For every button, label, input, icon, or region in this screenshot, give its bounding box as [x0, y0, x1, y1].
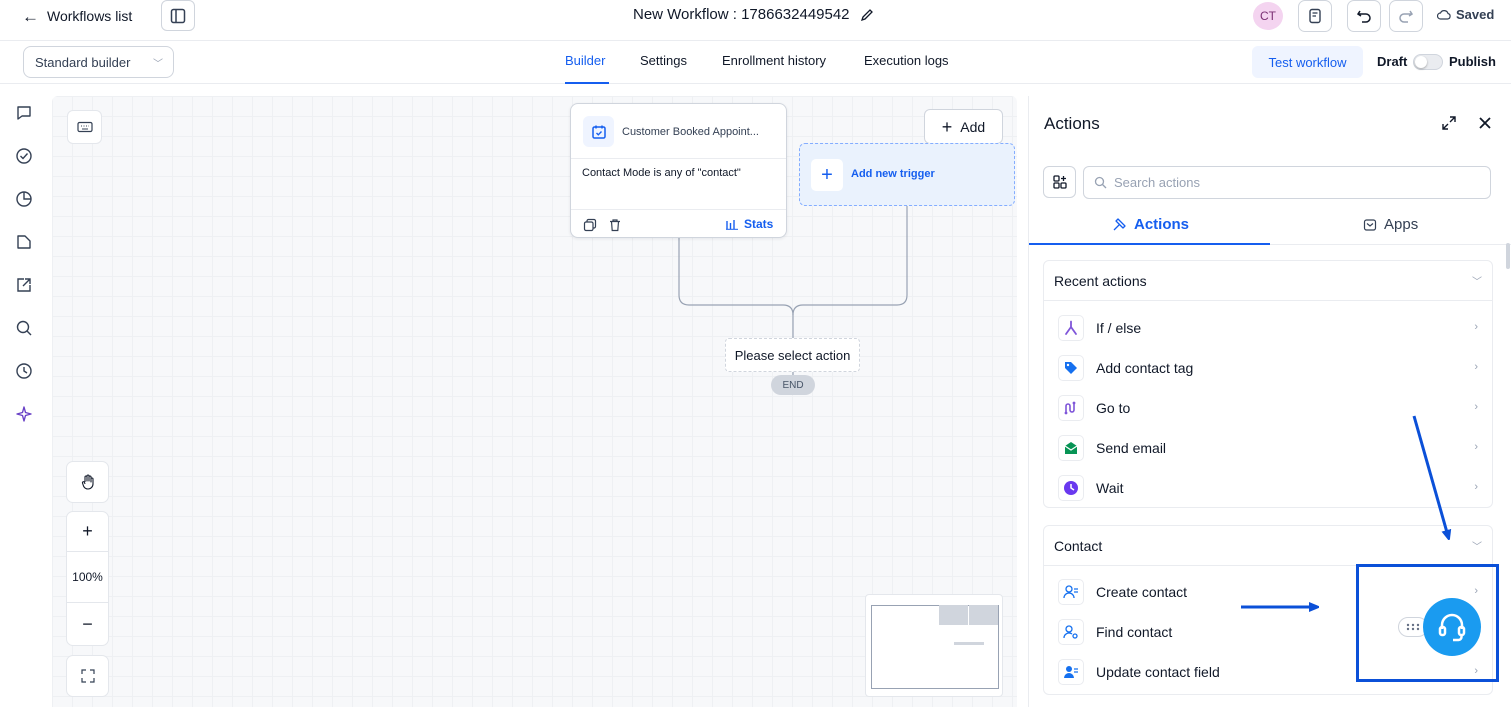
support-chat-button[interactable]	[1423, 598, 1481, 656]
annotation-arrows	[1241, 415, 1511, 707]
headset-icon	[1438, 613, 1466, 642]
